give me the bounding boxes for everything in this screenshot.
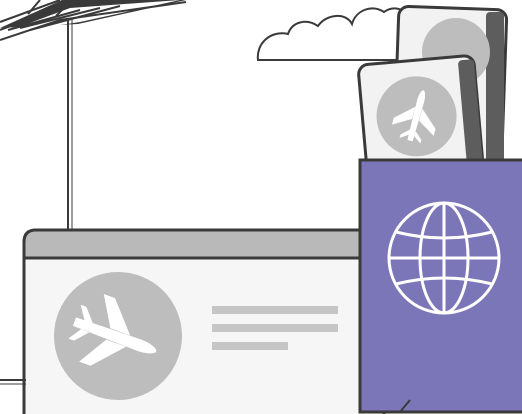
- travel-documents-illustration: [0, 0, 522, 414]
- ticket-text-line-2: [212, 324, 338, 332]
- ticket-text-line-1: [212, 306, 338, 314]
- passport: [358, 158, 522, 414]
- ticket-text-line-3: [212, 342, 288, 350]
- ticket-header: [22, 228, 386, 260]
- boarding-ticket: [22, 228, 386, 414]
- globe-icon: [387, 201, 501, 315]
